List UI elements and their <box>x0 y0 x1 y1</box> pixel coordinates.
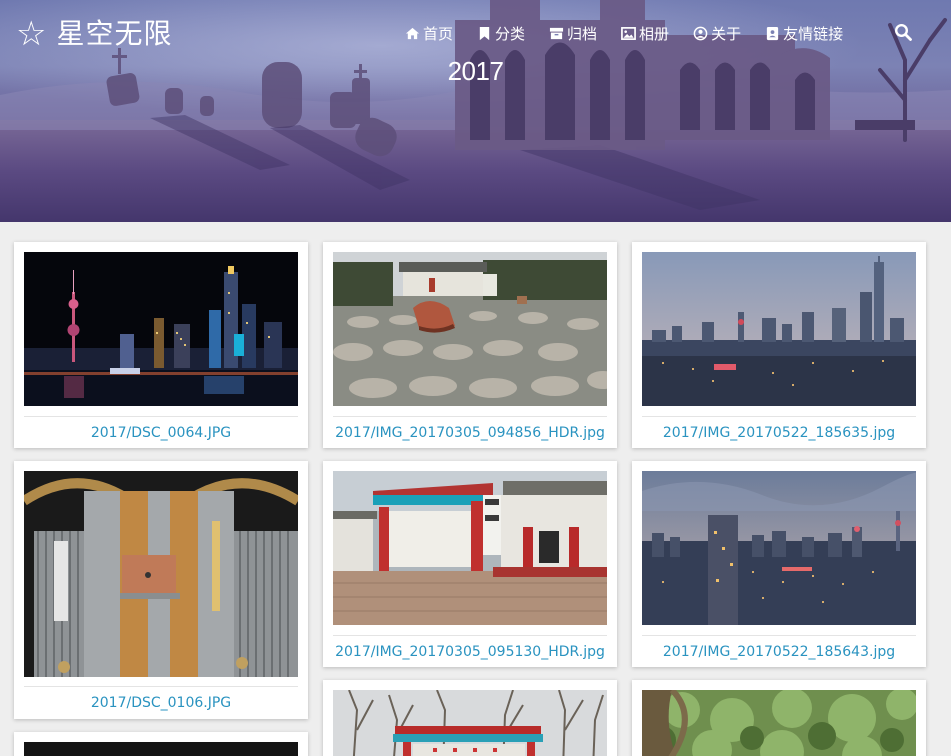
photo-caption-link[interactable]: 2017/IMG_20170305_094856_HDR.jpg <box>323 425 617 441</box>
photo-gallery: 2017/DSC_0064.JPG 2017/IMG_20170305_0948… <box>0 222 951 756</box>
nav-label: 归档 <box>567 24 598 43</box>
bookmark-icon <box>479 26 490 40</box>
photo-card[interactable] <box>14 732 308 756</box>
nav-item-categories[interactable]: 分类 <box>477 23 525 44</box>
card-divider <box>24 686 298 687</box>
photo-card[interactable]: 2017/IMG_20170305_094856_HDR.jpg <box>323 242 617 448</box>
nav-label: 关于 <box>711 24 742 43</box>
photo-caption-link[interactable]: 2017/DSC_0106.JPG <box>14 695 308 711</box>
photo-green-canopy[interactable] <box>642 690 916 756</box>
photo-card[interactable]: 2017/DSC_0064.JPG <box>14 242 308 448</box>
nav-item-album[interactable]: 相册 <box>621 23 669 44</box>
photo-card[interactable]: 2017/IMG_20170522_185635.jpg <box>632 242 926 448</box>
photo-stone-courtyard[interactable] <box>333 252 607 406</box>
user-circle-icon <box>693 26 708 40</box>
main-nav: 首页 分类 归档 相册 关于 友情链接 <box>405 21 843 45</box>
nav-label: 友情链接 <box>783 24 844 43</box>
nav-item-friend-links[interactable]: 友情链接 <box>765 23 843 44</box>
card-divider <box>642 635 916 636</box>
page-title: 2017 <box>447 56 504 86</box>
nav-item-archive[interactable]: 归档 <box>549 23 597 44</box>
photo-dusk-skyline[interactable] <box>642 252 916 406</box>
photo-card[interactable] <box>632 680 926 756</box>
card-divider <box>24 416 298 417</box>
photo-dark-partial[interactable] <box>24 742 298 756</box>
photo-heatsink[interactable] <box>24 471 298 677</box>
photo-red-stage[interactable] <box>333 471 607 625</box>
photo-night-skyline[interactable] <box>24 252 298 406</box>
search-icon[interactable] <box>894 23 912 41</box>
site-name: 星空无限 <box>56 17 173 50</box>
card-divider <box>642 416 916 417</box>
photo-caption-link[interactable]: 2017/IMG_20170522_185643.jpg <box>632 644 926 660</box>
photo-caption-link[interactable]: 2017/IMG_20170522_185635.jpg <box>632 425 926 441</box>
nav-label: 相册 <box>639 24 670 43</box>
nav-item-home[interactable]: 首页 <box>405 23 453 44</box>
photo-card[interactable] <box>323 680 617 756</box>
nav-item-about[interactable]: 关于 <box>693 23 741 44</box>
nav-label: 首页 <box>423 24 454 43</box>
photo-caption-link[interactable]: 2017/IMG_20170305_095130_HDR.jpg <box>323 644 617 660</box>
card-divider <box>333 635 607 636</box>
address-book-icon <box>766 26 779 40</box>
photo-caption-link[interactable]: 2017/DSC_0064.JPG <box>14 425 308 441</box>
site-brand[interactable]: ☆ 星空无限 <box>16 14 173 54</box>
hero-banner: ☆ 星空无限 首页 分类 归档 相册 关于 友情链接 2017 <box>0 0 951 222</box>
archive-icon <box>549 27 564 39</box>
home-icon <box>405 27 420 39</box>
photo-trees-red-gate[interactable] <box>333 690 607 756</box>
photo-card[interactable]: 2017/IMG_20170522_185643.jpg <box>632 461 926 667</box>
photo-evening-skyline[interactable] <box>642 471 916 625</box>
card-divider <box>333 416 607 417</box>
nav-label: 分类 <box>495 24 526 43</box>
photo-card[interactable]: 2017/IMG_20170305_095130_HDR.jpg <box>323 461 617 667</box>
photo-card[interactable]: 2017/DSC_0106.JPG <box>14 461 308 719</box>
star-logo-icon: ☆ <box>16 15 47 53</box>
image-icon <box>621 26 636 40</box>
